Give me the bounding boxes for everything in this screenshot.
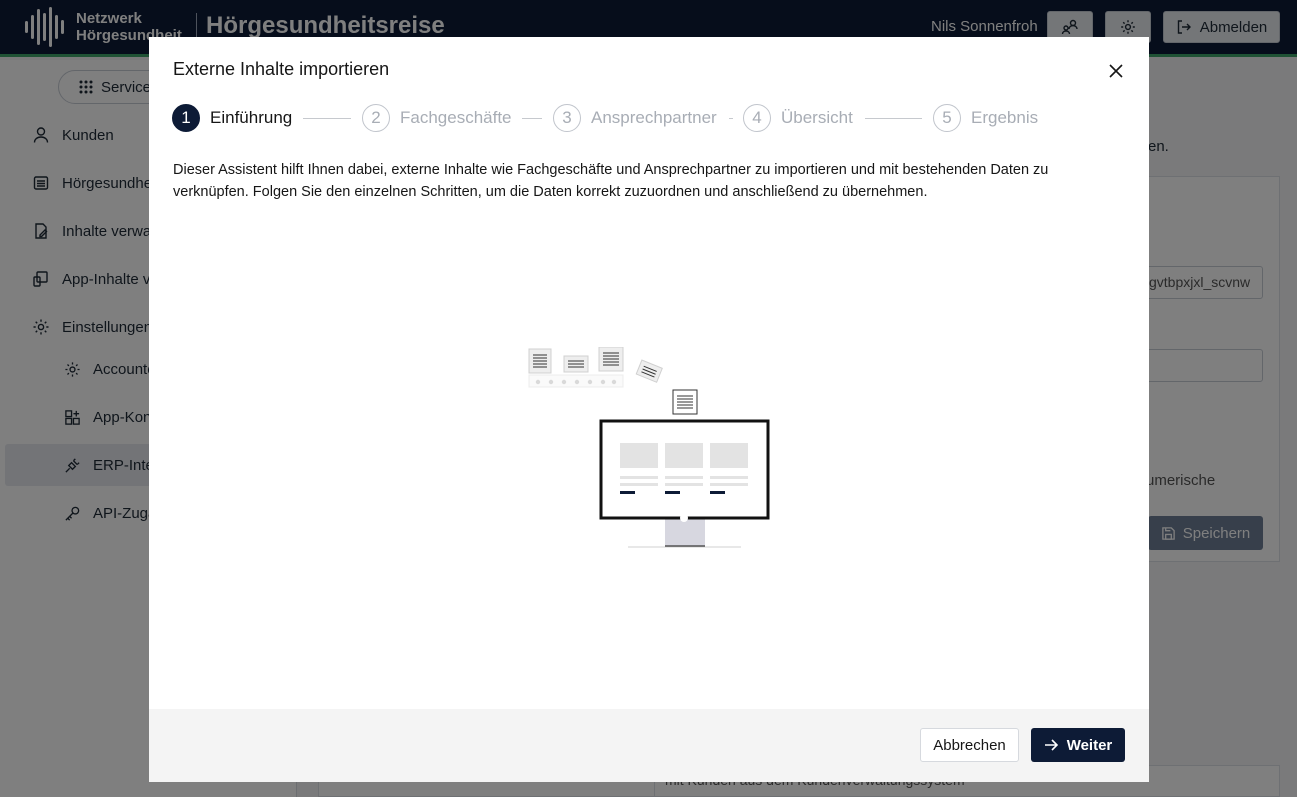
wizard-step-3[interactable]: 3 Ansprechpartner [553, 104, 717, 132]
import-illustration-icon [528, 347, 770, 548]
wizard-step-1[interactable]: 1 Einführung [172, 104, 292, 132]
step-connector [303, 118, 351, 119]
step-label: Fachgeschäfte [400, 108, 512, 127]
step-number: 5 [933, 104, 961, 132]
step-number: 2 [362, 104, 390, 132]
close-icon [1109, 64, 1123, 78]
step-label: Ergebnis [971, 108, 1039, 127]
close-button[interactable] [1105, 60, 1127, 82]
modal-title: Externe Inhalte importieren [173, 59, 390, 79]
step-connector [729, 118, 733, 119]
step-label: Übersicht [781, 108, 853, 127]
step-number: 1 [172, 104, 200, 132]
arrow-right-icon [1044, 739, 1058, 751]
step-label: Ansprechpartner [591, 108, 717, 127]
step-number: 3 [553, 104, 581, 132]
step-connector [522, 118, 542, 119]
wizard-step-4[interactable]: 4 Übersicht [743, 104, 853, 132]
step-label: Einführung [210, 108, 293, 127]
step-number: 4 [743, 104, 771, 132]
import-wizard-modal: Externe Inhalte importieren 1 Einführung… [149, 37, 1149, 782]
wizard-step-5[interactable]: 5 Ergebnis [933, 104, 1038, 132]
wizard-step-2[interactable]: 2 Fachgeschäfte [362, 104, 512, 132]
cancel-button[interactable]: Abbrechen [920, 728, 1019, 762]
next-label: Weiter [1066, 736, 1113, 754]
step-connector [865, 118, 922, 119]
next-button[interactable]: Weiter [1031, 728, 1125, 762]
intro-text: Dieser Assistent hilft Ihnen dabei, exte… [173, 162, 1049, 200]
